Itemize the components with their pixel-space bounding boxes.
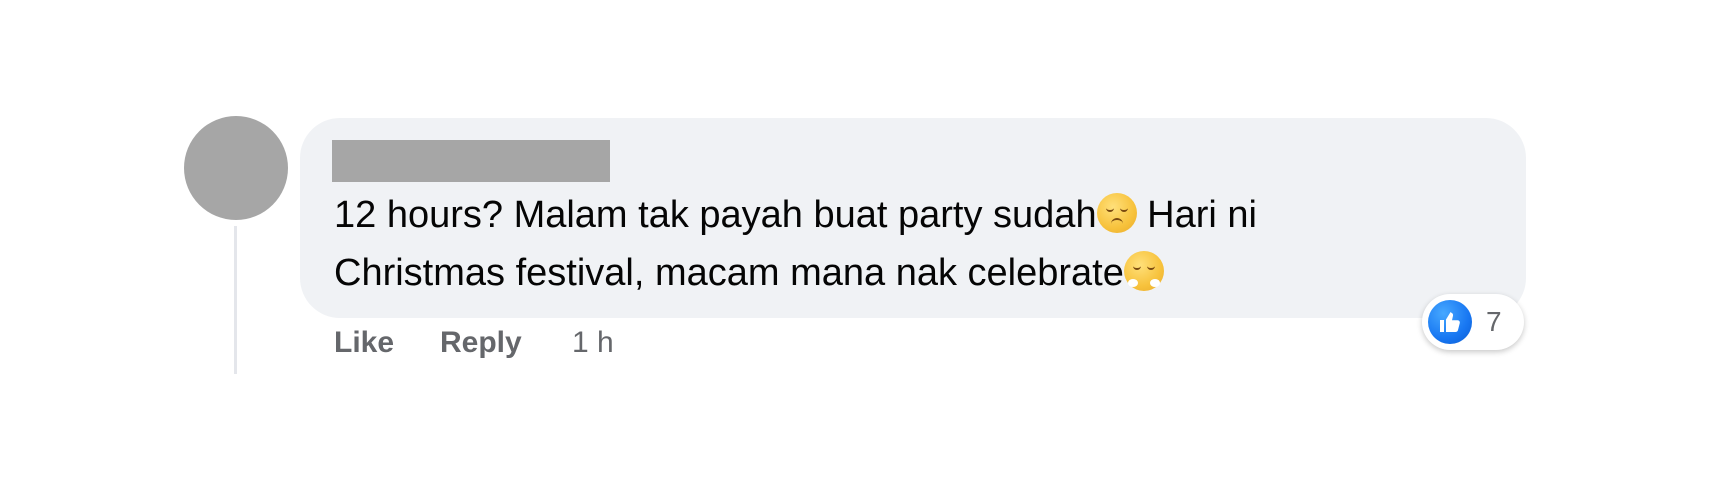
timestamp[interactable]: 1 h [572, 326, 614, 360]
face-with-steam-emoji [1123, 251, 1164, 291]
reaction-summary[interactable]: 7 [1422, 294, 1524, 350]
reply-button[interactable]: Reply [440, 326, 522, 360]
comment-text-line1: 12 hours? Malam tak payah buat party sud… [334, 194, 1097, 236]
avatar[interactable] [184, 116, 288, 220]
like-button[interactable]: Like [334, 326, 394, 360]
thread-line [234, 226, 237, 374]
comment-text-line2: Christmas festival, macam mana nak celeb… [334, 252, 1124, 294]
comment-bubble: 12 hours? Malam tak payah buat party sud… [300, 118, 1526, 318]
thumbs-up-icon [1428, 300, 1472, 344]
pensive-face-emoji [1096, 193, 1137, 233]
reaction-count: 7 [1486, 306, 1502, 337]
comment-text-line1-cont: Hari ni [1136, 194, 1257, 236]
author-name-redacted[interactable] [332, 140, 610, 182]
comment-text: 12 hours? Malam tak payah buat party sud… [334, 186, 1434, 302]
